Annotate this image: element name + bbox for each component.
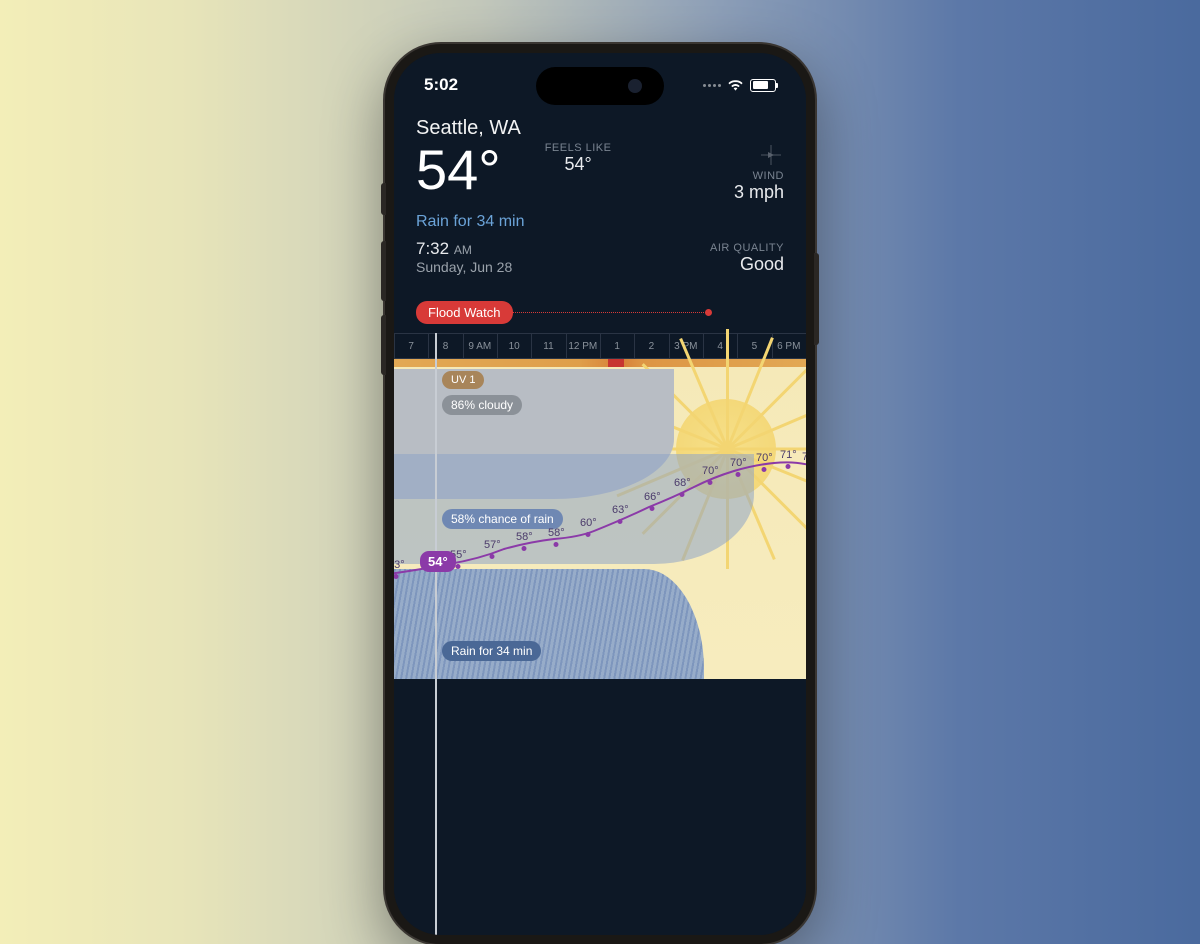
screen: 5:02 Seattle, WA 54° FEELS LIKE 54°: [394, 53, 806, 935]
alert-label: Flood Watch: [416, 301, 513, 324]
date: Sunday, Jun 28: [416, 259, 525, 275]
hour-tick: 12 PM: [566, 334, 600, 358]
forecast-chart[interactable]: UV 1 86% cloudy 58% chance of rain Rain …: [394, 359, 806, 679]
hour-tick: 9 AM: [463, 334, 497, 358]
location[interactable]: Seattle, WA: [416, 117, 784, 140]
hour-tick: 8: [428, 334, 462, 358]
phone-frame: 5:02 Seattle, WA 54° FEELS LIKE 54°: [385, 44, 815, 944]
mute-switch[interactable]: [381, 183, 386, 215]
wind-value: 3 mph: [734, 182, 784, 203]
current-temp-marker: 54°: [420, 551, 456, 572]
hour-tick: 10: [497, 334, 531, 358]
now-indicator: [435, 333, 437, 935]
dynamic-island: [536, 67, 664, 105]
power-button[interactable]: [814, 253, 819, 345]
feels-like-value: 54°: [545, 154, 612, 175]
wifi-icon: [727, 79, 744, 91]
rain-summary: Rain for 34 min: [416, 213, 525, 231]
wind-direction-icon: [734, 142, 784, 168]
temp-curve: [394, 359, 806, 679]
volume-up-button[interactable]: [381, 241, 386, 301]
hour-tick: 11: [531, 334, 565, 358]
wind-label: WIND: [734, 170, 784, 182]
air-quality-label: AIR QUALITY: [664, 242, 784, 254]
hour-tick: 7: [394, 334, 428, 358]
feels-like-label: FEELS LIKE: [545, 142, 612, 154]
sunrise-time: 7:32 AM: [416, 239, 525, 259]
cellular-dots-icon: [703, 84, 721, 87]
weather-alert[interactable]: Flood Watch: [416, 301, 513, 324]
volume-down-button[interactable]: [381, 315, 386, 375]
clock: 5:02: [424, 75, 458, 95]
air-quality-value: Good: [664, 254, 784, 275]
battery-icon: [750, 79, 776, 92]
timeline[interactable]: 7 8 9 AM 10 11 12 PM 1 2 3 PM 4 5 6 PM: [394, 333, 806, 679]
current-temp: 54°: [416, 142, 501, 198]
alert-connector: [513, 312, 708, 313]
